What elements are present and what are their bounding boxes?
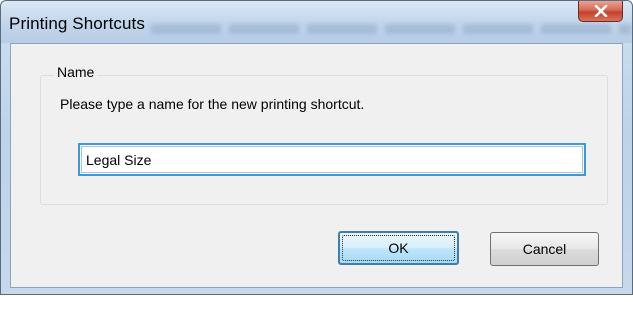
dialog-client-area: Name Please type a name for the new prin… [10,43,623,288]
shortcut-name-input[interactable]: Legal Size [78,143,586,176]
name-prompt-label: Please type a name for the new printing … [60,96,365,112]
focus-rectangle [342,235,455,261]
title-bar[interactable]: Printing Shortcuts [1,1,632,43]
close-icon [594,5,608,17]
ok-button[interactable]: OK [338,231,459,265]
page-background [0,295,633,309]
titlebar-background-blur [151,24,631,34]
dialog-window: Printing Shortcuts Name Please type a na… [0,0,633,295]
cancel-button[interactable]: Cancel [490,232,599,266]
groupbox-legend: Name [54,64,98,80]
window-title: Printing Shortcuts [9,14,145,33]
close-button[interactable] [578,1,623,22]
shortcut-name-value[interactable]: Legal Size [81,146,583,173]
name-groupbox [40,75,608,205]
cancel-button-label: Cancel [522,241,567,257]
